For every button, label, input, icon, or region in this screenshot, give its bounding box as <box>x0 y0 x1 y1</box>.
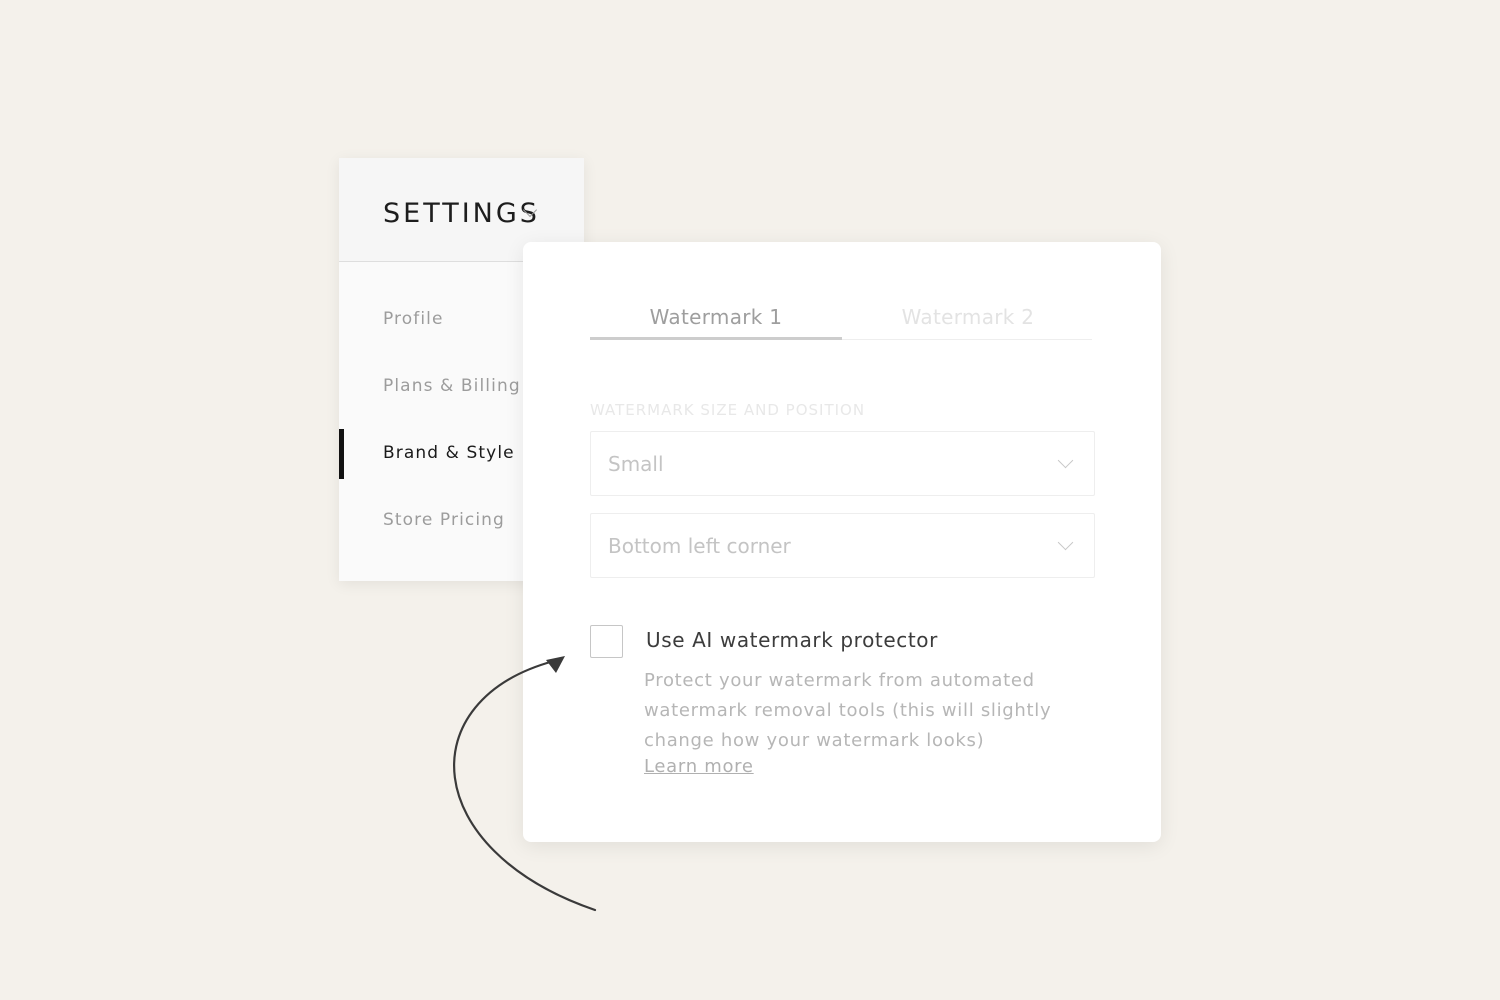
section-label-size-position: WATERMARK SIZE AND POSITION <box>590 401 866 419</box>
ai-protector-label[interactable]: Use AI watermark protector <box>646 627 938 653</box>
sidebar-item-store-pricing[interactable]: Store Pricing <box>383 509 505 531</box>
ai-protector-description: Protect your watermark from automated wa… <box>644 670 1052 751</box>
watermark-size-value: Small <box>608 452 664 476</box>
watermark-position-value: Bottom left corner <box>608 534 791 558</box>
chevron-down-icon <box>1057 534 1074 551</box>
settings-title: SETTINGS <box>383 198 540 229</box>
learn-more-link[interactable]: Learn more <box>644 754 754 780</box>
tab-watermark-1[interactable]: Watermark 1 <box>590 304 842 330</box>
sidebar-item-brand-style[interactable]: Brand & Style <box>383 442 515 464</box>
active-tab-underline <box>590 337 842 340</box>
watermark-settings-card: Watermark 1 Watermark 2 WATERMARK SIZE A… <box>523 242 1161 842</box>
watermark-position-select[interactable]: Bottom left corner <box>590 513 1095 578</box>
watermark-size-select[interactable]: Small <box>590 431 1095 496</box>
ai-protector-checkbox[interactable] <box>590 625 623 658</box>
chevron-down-icon <box>1057 452 1074 469</box>
active-item-indicator <box>339 429 344 479</box>
tab-divider <box>842 339 1092 340</box>
tab-watermark-2[interactable]: Watermark 2 <box>842 304 1094 330</box>
sidebar-item-profile[interactable]: Profile <box>383 308 444 330</box>
sidebar-item-plans-billing[interactable]: Plans & Billing <box>383 375 521 397</box>
